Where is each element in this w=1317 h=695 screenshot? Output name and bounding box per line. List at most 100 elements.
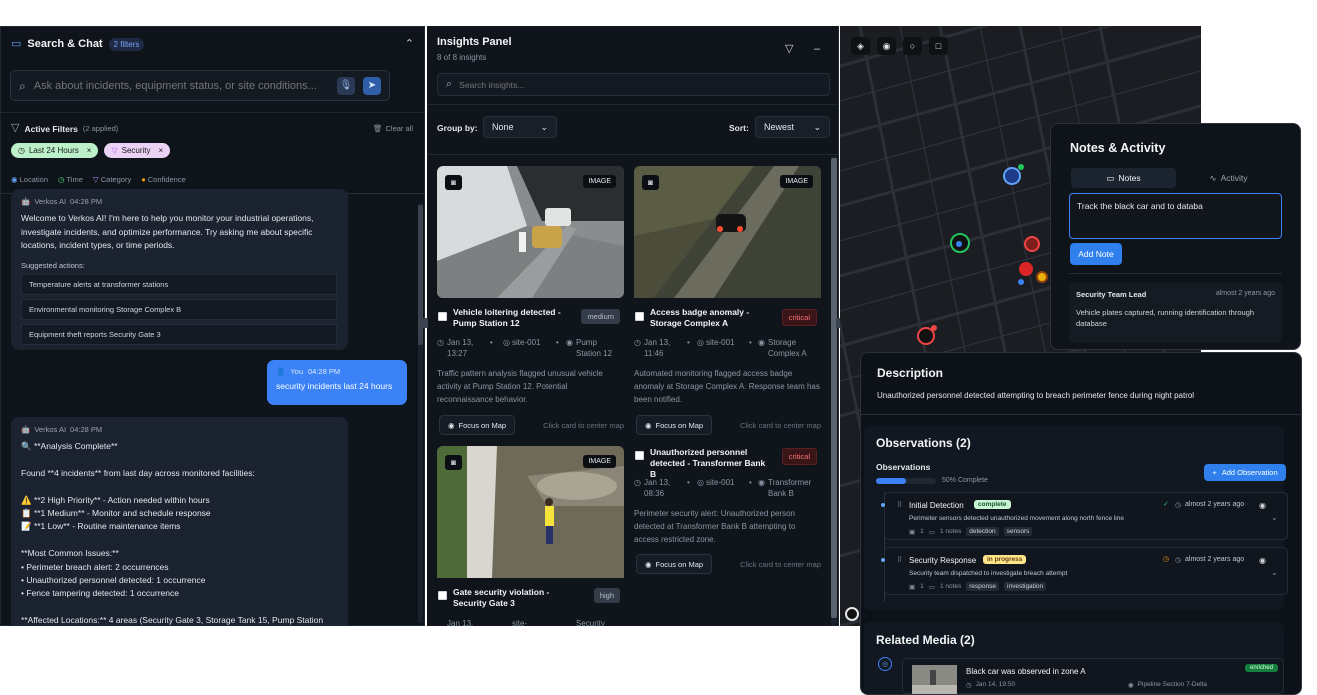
card-checkbox[interactable] <box>438 312 447 321</box>
insight-card[interactable]: Unauthorized personnel detected - Transf… <box>634 446 821 626</box>
media-thumbnail <box>912 665 957 694</box>
microphone-icon[interactable]: 🎙 <box>337 76 355 95</box>
media-item[interactable]: Black car was observed in zone A ◷ Jan 14… <box>902 658 1284 694</box>
layers-icon[interactable]: ◈ <box>851 37 870 55</box>
tab-activity[interactable]: ∿ Activity <box>1176 168 1281 188</box>
map-pin-icon: ◉ <box>645 420 652 430</box>
card-site: site-001 <box>706 478 735 487</box>
click-hint: Click card to center map <box>740 560 821 569</box>
filter-icon: ▽ <box>11 122 20 134</box>
card-site: site-001 <box>706 338 735 347</box>
camera-icon: ◙ <box>642 175 659 190</box>
circle-draw-icon[interactable]: ○ <box>903 37 922 55</box>
map-marker[interactable] <box>1019 262 1033 276</box>
notes-title: Notes & Activity <box>1070 141 1166 155</box>
tab-notes[interactable]: ▭ Notes <box>1071 168 1176 188</box>
filter-chip-category[interactable]: ▽ Security × <box>104 143 171 158</box>
focus-on-map-button[interactable]: ◉ Focus on Map <box>636 554 713 574</box>
insight-card[interactable]: ◙ IMAGE Vehicle loitering detected - Pum… <box>437 166 624 437</box>
chevron-down-icon[interactable]: ⌄ <box>1271 568 1278 577</box>
observation-item[interactable]: ⠿ Initial Detection complete ✓ ◷ almost … <box>881 492 1288 540</box>
sort-value: Newest <box>764 122 795 132</box>
add-observation-button[interactable]: + Add Observation <box>1204 464 1286 481</box>
chevron-down-icon[interactable]: ⌄ <box>1271 513 1278 522</box>
suggestion-item[interactable]: Temperature alerts at transformer statio… <box>21 273 337 295</box>
calendar-icon: ◷ <box>437 338 444 347</box>
note-input[interactable]: Track the black car and to databa <box>1069 193 1282 239</box>
progress-text: 50% Complete <box>942 477 988 484</box>
resize-handle[interactable] <box>422 318 428 328</box>
media-type-icon: ◎ <box>878 657 892 671</box>
map-marker[interactable] <box>917 327 935 345</box>
send-icon[interactable]: ➤ <box>363 76 381 95</box>
focus-on-map-button[interactable]: ◉ Focus on Map <box>636 415 713 435</box>
insights-search-input[interactable] <box>459 79 821 90</box>
observation-title: Security Response <box>909 556 977 565</box>
card-checkbox[interactable] <box>438 591 447 600</box>
map-pin-icon: ◉ <box>448 420 455 430</box>
sort-label: Sort: <box>729 123 749 133</box>
chat-search-input[interactable] <box>33 79 329 92</box>
add-note-button[interactable]: Add Note <box>1070 243 1122 265</box>
click-hint: Click card to center map <box>543 421 624 430</box>
suggestion-item[interactable]: Environmental monitoring Storage Complex… <box>21 298 337 320</box>
chevron-down-icon: ⌄ <box>813 121 821 132</box>
map-marker[interactable] <box>1003 167 1021 185</box>
plus-icon: + <box>1212 468 1217 477</box>
legend-confidence: ● Confidence <box>141 175 186 184</box>
map-marker[interactable] <box>1036 271 1048 283</box>
eye-icon[interactable]: ◉ <box>1259 556 1266 565</box>
user-icon: 👤 <box>276 367 286 376</box>
insight-card[interactable]: ◙ IMAGE Access badge anomaly - Storage C… <box>634 166 821 437</box>
eye-icon[interactable]: ◉ <box>877 37 896 55</box>
close-icon[interactable]: × <box>87 146 92 155</box>
insights-scrollbar-thumb[interactable] <box>831 158 837 618</box>
close-icon[interactable]: × <box>159 146 164 155</box>
card-checkbox[interactable] <box>635 312 644 321</box>
focus-on-map-button[interactable]: ◉ Focus on Map <box>439 415 516 435</box>
suggestion-item[interactable]: Equipment theft reports Security Gate 3 <box>21 323 337 345</box>
card-location: Pump Station 12 <box>576 338 613 358</box>
message-meta: 🤖 Verkos AI 04:28 PM <box>21 425 338 434</box>
card-checkbox[interactable] <box>635 451 644 460</box>
map-marker[interactable] <box>1024 236 1040 252</box>
collapse-chevron-icon[interactable]: ⌃ <box>405 38 414 50</box>
related-media-title: Related Media (2) <box>876 633 975 647</box>
insights-title: Insights Panel <box>437 36 512 48</box>
observation-title: Initial Detection <box>909 501 964 510</box>
trash-icon: 🗑 <box>372 124 383 133</box>
sort-select[interactable]: Newest ⌄ <box>755 116 830 138</box>
square-draw-icon[interactable]: □ <box>929 37 948 55</box>
drag-handle-icon[interactable]: ⠿ <box>897 556 902 564</box>
tag: response <box>966 582 1000 591</box>
sender-name: Verkos AI <box>34 197 67 206</box>
card-date: Jan 13, 11:46 <box>644 338 671 358</box>
click-hint: Click card to center map <box>740 421 821 430</box>
chat-search-box[interactable]: ⌕ 🎙 ➤ <box>10 70 390 101</box>
observation-item[interactable]: ⠿ Security Response in progress ◷ ◷ almo… <box>881 547 1288 595</box>
insights-search-box[interactable]: ⌕ <box>437 73 830 96</box>
search-icon: ⌕ <box>446 78 453 90</box>
message-time: 04:28 PM <box>308 367 341 376</box>
site-icon: ◎ <box>697 338 704 347</box>
observation-desc: Security team dispatched to investigate … <box>909 570 1068 577</box>
clear-all-button[interactable]: 🗑 Clear all <box>373 124 413 133</box>
note-text: Vehicle plates captured, running identif… <box>1076 308 1255 328</box>
message-meta: 👤 You 04:28 PM <box>276 367 398 376</box>
tag-icon: ▽ <box>111 146 118 155</box>
eye-icon[interactable]: ◉ <box>1259 501 1266 510</box>
card-title: Vehicle loitering detected - Pump Statio… <box>453 307 561 328</box>
card-title: Unauthorized personnel detected - Transf… <box>650 447 766 479</box>
insight-card[interactable]: ◙ IMAGE Gate security violation - Securi… <box>437 446 624 626</box>
filter-icon[interactable]: ▽ <box>785 44 793 55</box>
observation-meta: ▣ 1 ▭ 1 notes detection sensors <box>909 527 1033 536</box>
filter-chip-time[interactable]: ◷ Last 24 Hours × <box>11 143 99 158</box>
filter-legend: ◉ Location ◷ Time ▽ Category ● Confidenc… <box>11 175 186 184</box>
legend-location: ◉ Location <box>11 175 48 184</box>
drag-handle-icon[interactable]: ⠿ <box>897 501 902 509</box>
divider <box>1069 273 1282 274</box>
media-location: ◉ Pipeline Section 7-Delta <box>1128 681 1208 689</box>
image-badge: IMAGE <box>583 455 616 468</box>
minimize-icon[interactable]: – <box>814 44 820 55</box>
group-by-select[interactable]: None ⌄ <box>483 116 557 138</box>
